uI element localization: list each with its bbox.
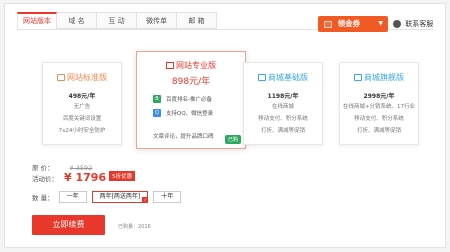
- plan-feature: 文章评论，提升品牌口碑: [153, 134, 214, 140]
- tab-domain[interactable]: 域 名: [57, 12, 97, 29]
- store-icon: [258, 74, 266, 81]
- plan-card-mall-flagship[interactable]: 商城旗舰版 2998元/年 在线商城+分销系统、17行业 移动支付、积分系统 打…: [339, 62, 419, 145]
- plan-card-standard[interactable]: 网站标准版 498元/年 无广告 百度关键词设置 7x24小时安全防护: [42, 62, 122, 145]
- tab-bar: 网站版本 域 名 互 动 微传单 邮 箱: [17, 12, 217, 29]
- store-icon: [354, 74, 362, 81]
- sold-count: 已购量：2016: [118, 224, 151, 230]
- plan-title: 网站标准版: [43, 72, 121, 83]
- quantity-option-two-years[interactable]: 两年[两送两年]: [91, 191, 149, 203]
- plan-price: 1198元/年: [267, 93, 299, 100]
- coupon-button[interactable]: 领金券 ▼: [318, 16, 388, 32]
- sale-price-value: ¥ 1796: [64, 171, 107, 184]
- chevron-down-icon: ▼: [378, 20, 383, 27]
- plan-title: 商城旗舰版: [340, 72, 418, 83]
- plan-card-mall-basic[interactable]: 商城基础版 1198元/年 在线商城 移动支付、积分系统 打折、满减等促销: [243, 62, 323, 145]
- plan-feature: 无广告: [73, 104, 91, 110]
- plan-price: 498元/年: [68, 93, 96, 100]
- plan-feature: 移动支付、积分系统: [354, 116, 404, 122]
- plan-feature: B 百度排名-推广必备: [153, 95, 245, 103]
- discount-badge: 5折优惠: [109, 171, 136, 181]
- plan-price: 2998元/年: [363, 93, 395, 100]
- plan-feature: 7x24小时安全防护: [58, 128, 106, 134]
- quantity-option-ten-years[interactable]: 十年: [153, 191, 182, 203]
- quantity-option-one-year[interactable]: 一年: [58, 191, 87, 203]
- plan-feature: 打折、满减等促销: [356, 128, 401, 134]
- tab-mailbox[interactable]: 邮 箱: [177, 12, 217, 29]
- plan-feature: Q 支持QQ、微信登录: [153, 109, 245, 117]
- tab-interactive[interactable]: 互 动: [97, 12, 137, 29]
- login-icon: Q: [153, 109, 161, 117]
- quantity-row: 数 量： 一年 两年[两送两年] 十年: [32, 191, 182, 203]
- coupon-label: 领金券: [337, 19, 361, 28]
- sale-price-label: 活动价：: [32, 175, 58, 183]
- contact-service-label: 联系客服: [405, 20, 434, 28]
- quantity-label: 数 量：: [32, 194, 54, 202]
- plan-feature: 百度关键词设置: [62, 116, 102, 122]
- sale-price-row: 活动价： ¥ 1796 5折优惠: [32, 171, 136, 184]
- plan-feature: 在线商城: [271, 104, 294, 110]
- tab-website-version[interactable]: 网站版本: [17, 12, 57, 29]
- renew-now-button[interactable]: 立即续费: [32, 215, 105, 235]
- service-avatar-icon: [393, 20, 401, 28]
- plan-feature: 打折、满减等促销: [260, 128, 305, 134]
- plan-title: 网站专业版: [137, 60, 245, 71]
- monitor-icon: [166, 62, 174, 69]
- tab-micro-flyer[interactable]: 微传单: [137, 12, 177, 29]
- contact-service-link[interactable]: 联系客服: [393, 16, 433, 32]
- plan-title: 商城基础版: [244, 72, 322, 83]
- monitor-icon: [57, 74, 65, 81]
- plan-card-professional[interactable]: 网站专业版 898元/年 B 百度排名-推广必备 Q 支持QQ、微信登录 文章评论，…: [136, 51, 246, 149]
- plan-price: 898元/年: [171, 77, 211, 87]
- gift-icon: [324, 20, 332, 28]
- purchased-badge: 已购: [224, 135, 241, 144]
- plan-feature: 在线商城+分销系统、17行业: [342, 104, 416, 110]
- plan-feature: 移动支付、积分系统: [258, 116, 308, 122]
- app-frame: 网站版本 域 名 互 动 微传单 邮 箱 领金券 ▼ 联系客服 网站标准版 49…: [4, 3, 446, 248]
- ranking-icon: B: [153, 95, 161, 103]
